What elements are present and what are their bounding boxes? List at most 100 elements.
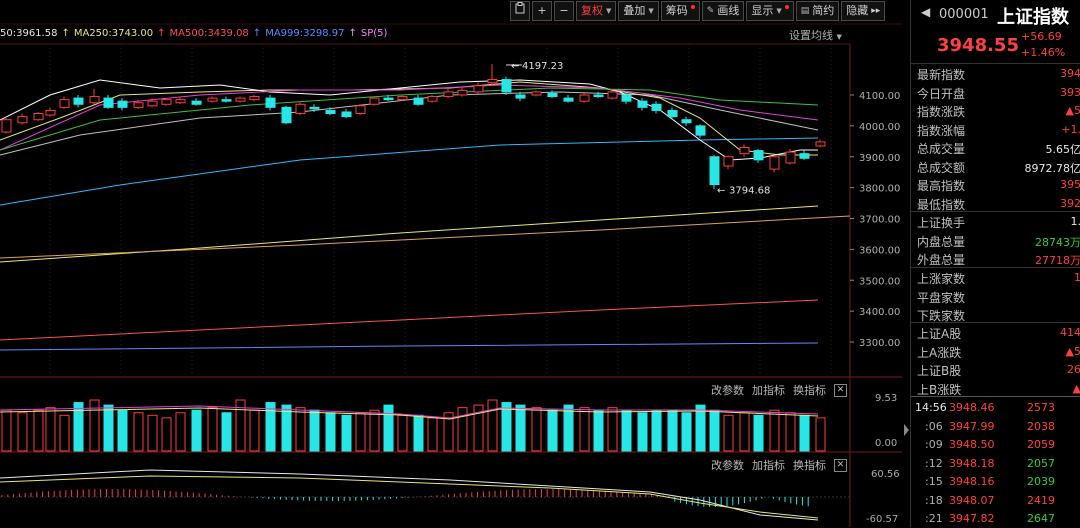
volume-bar xyxy=(724,415,733,451)
tick-time: :18 xyxy=(925,494,943,507)
tick-time: 14:56 xyxy=(915,401,947,414)
volume-close-icon[interactable]: ✕ xyxy=(834,384,847,397)
macd-switch-indicator-button[interactable]: 换指标 xyxy=(793,457,826,473)
field-label: 上证换手 xyxy=(917,214,965,231)
volume-bar xyxy=(118,410,127,451)
candle-body xyxy=(222,100,231,102)
volume-bar xyxy=(668,410,677,451)
volume-bar xyxy=(34,410,43,451)
volume-bar xyxy=(428,418,437,451)
volume-edit-params-button[interactable]: 改参数 xyxy=(711,382,744,398)
candle-body xyxy=(696,126,705,135)
volume-add-indicator-button[interactable]: 加指标 xyxy=(752,382,785,398)
candle-body xyxy=(398,97,407,100)
candle-body xyxy=(236,98,245,101)
quote-pct: +1.46% xyxy=(1021,46,1065,59)
field-value: 27718万 xyxy=(1035,252,1080,268)
candle-body xyxy=(60,100,69,108)
candle-body xyxy=(682,120,691,123)
volume-bar xyxy=(414,415,423,451)
candle-body xyxy=(474,86,483,92)
candle-body xyxy=(266,98,275,107)
candle-body xyxy=(724,157,733,166)
tick-volume: 2038 xyxy=(1027,420,1055,433)
candle-body xyxy=(2,120,11,132)
field-value: 393 xyxy=(1060,86,1080,99)
volume-bar xyxy=(682,413,691,451)
macd-panel-buttons: 改参数 加指标 换指标 ✕ xyxy=(711,457,847,473)
tick-time: :15 xyxy=(925,475,943,488)
quote-field-row: 内盘总量28743万 xyxy=(911,232,1080,250)
field-value: 1. xyxy=(1071,215,1080,228)
macd-add-indicator-button[interactable]: 加指标 xyxy=(752,457,785,473)
tick-price: 3948.18 xyxy=(949,457,995,470)
price-axis-label: 3600.00 xyxy=(859,245,900,256)
volume-bar xyxy=(608,408,617,451)
quote-field-row: 总成交量5.65亿 xyxy=(911,139,1080,157)
tick-price: 3948.46 xyxy=(949,401,995,414)
field-value: ▲5 xyxy=(1066,104,1080,117)
high-arrow-icon: ← xyxy=(511,61,519,72)
candle-body xyxy=(310,107,319,109)
candle-body xyxy=(250,97,259,100)
ma-line xyxy=(0,216,850,258)
volume-bar xyxy=(104,405,113,451)
volume-axis-top: 9.53 xyxy=(875,393,897,404)
field-label: 指数涨跌 xyxy=(917,103,965,120)
volume-bar xyxy=(176,413,185,451)
low-arrow-icon: ← xyxy=(717,185,725,196)
volume-bar xyxy=(60,415,69,451)
candle-body xyxy=(208,98,217,101)
volume-bar xyxy=(46,408,55,451)
collapse-caret-icon[interactable]: ◀ xyxy=(921,5,930,19)
candle-body xyxy=(652,104,661,110)
quote-field-row: 指数涨幅+1. xyxy=(911,121,1080,139)
volume-bar xyxy=(740,413,749,451)
candle-body xyxy=(444,92,453,97)
volume-bar xyxy=(516,405,525,451)
volume-switch-indicator-button[interactable]: 换指标 xyxy=(793,382,826,398)
candle-body xyxy=(548,93,557,96)
candle-body xyxy=(816,142,825,146)
tick-row: :093948.502059 xyxy=(911,436,1080,454)
volume-bar xyxy=(370,410,379,451)
tick-volume: 2057 xyxy=(1027,457,1055,470)
ma500-line xyxy=(0,300,818,340)
candle-body xyxy=(594,95,603,97)
macd-edit-params-button[interactable]: 改参数 xyxy=(711,457,744,473)
kline-chart[interactable]: 4100.004000.003900.003800.003700.003600.… xyxy=(0,0,902,527)
volume-bar xyxy=(548,410,557,451)
field-value: 1 xyxy=(1074,271,1080,284)
volume-bar xyxy=(192,410,201,451)
ma-line xyxy=(0,80,818,160)
quote-field-row: 上A涨跌▲5 xyxy=(911,343,1080,361)
quote-field-row: 今日开盘393 xyxy=(911,84,1080,102)
volume-bar xyxy=(162,418,171,451)
quote-field-row: 外盘总量 27718万 xyxy=(911,250,1080,268)
ma250-line xyxy=(0,206,818,262)
field-label: 内盘总量 xyxy=(917,233,965,250)
price-axis-label: 3300.00 xyxy=(859,338,900,349)
candle-body xyxy=(580,95,589,101)
candle-body xyxy=(192,101,201,104)
macd-close-icon[interactable]: ✕ xyxy=(834,459,847,472)
tick-row: :183948.072419 xyxy=(911,492,1080,510)
tick-price: 3948.50 xyxy=(949,438,995,451)
field-label: 外盘总量 xyxy=(917,251,965,268)
candle-body xyxy=(74,98,83,104)
candle-body xyxy=(564,98,573,101)
panel-splitter[interactable] xyxy=(902,0,910,527)
volume-bar xyxy=(696,405,705,451)
tick-price: 3947.82 xyxy=(949,512,995,525)
quote-field-row: 上涨家数1 xyxy=(911,269,1080,287)
collapse-arrow-icon[interactable] xyxy=(904,424,909,436)
volume-bar xyxy=(458,408,467,451)
tick-price: 3948.07 xyxy=(949,494,995,507)
volume-bar xyxy=(266,403,275,451)
candle-body xyxy=(384,98,393,100)
candle-body xyxy=(162,100,171,105)
field-value: +1. xyxy=(1061,123,1080,136)
price-axis-label: 4000.00 xyxy=(859,122,900,133)
price-axis-label: 3700.00 xyxy=(859,215,900,226)
candle-body xyxy=(800,154,809,159)
